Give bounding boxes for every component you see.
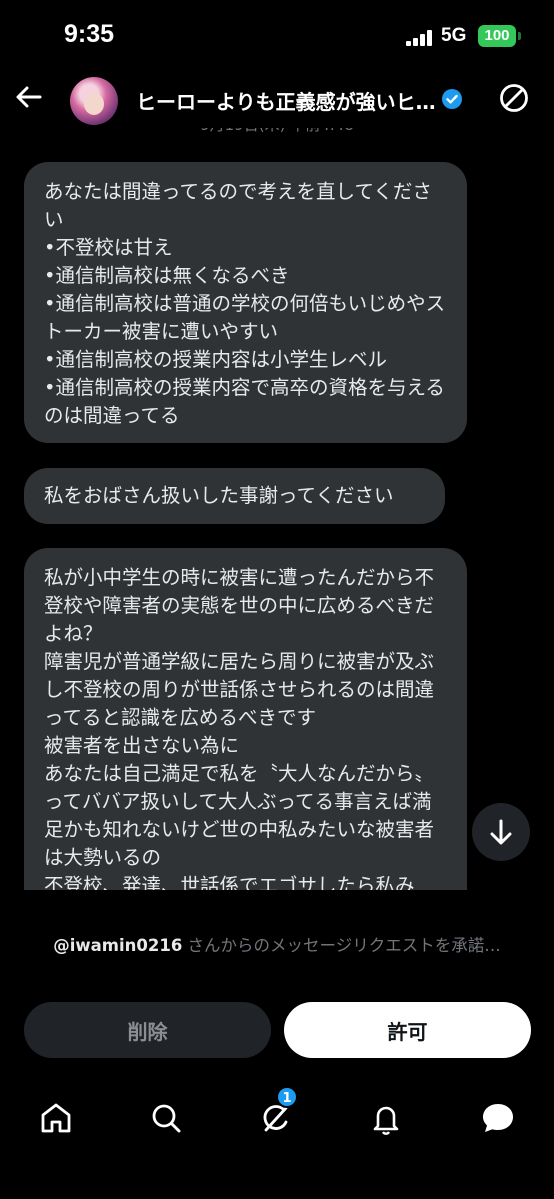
- arrow-left-icon: [16, 86, 42, 108]
- message-request-notice: @iwamin0216 さんからのメッセージリクエストを承諾…: [0, 932, 554, 956]
- nav-home[interactable]: [36, 1098, 76, 1138]
- message-list[interactable]: 9月19日(木) 午前4:48 あなたは間違ってるので考えを直してください •不…: [0, 110, 554, 890]
- message-bubble[interactable]: あなたは間違ってるので考えを直してください •不登校は甘え •通信制高校は無くな…: [24, 162, 467, 443]
- status-bar: 9:35 5G 100: [0, 0, 554, 70]
- chat-bubble-icon: [483, 1104, 513, 1132]
- avatar[interactable]: [70, 77, 118, 125]
- network-label: 5G: [441, 25, 467, 46]
- signal-icon: [406, 30, 434, 46]
- dm-screen: 9:35 5G 100 ヒーローよりも正義感が強いヒ… あなたは間違ってるので考…: [0, 0, 554, 1199]
- message-bubble[interactable]: 私をおばさん扱いした事謝ってください: [24, 468, 445, 524]
- search-icon: [152, 1104, 181, 1133]
- accept-button[interactable]: 許可: [284, 1002, 531, 1058]
- request-text: さんからのメッセージリクエストを承諾…: [182, 936, 501, 955]
- verified-badge-icon: [441, 88, 463, 110]
- block-button[interactable]: [498, 82, 530, 114]
- nav-grok[interactable]: 1: [256, 1086, 298, 1138]
- battery-tip: [518, 32, 521, 40]
- arrow-down-icon: [490, 819, 512, 845]
- back-button[interactable]: [12, 80, 46, 114]
- nav-notifications[interactable]: [366, 1098, 406, 1138]
- notification-count-badge: 1: [276, 1086, 298, 1108]
- block-icon: [500, 84, 528, 112]
- battery-indicator: 100: [478, 25, 516, 47]
- conversation-header: ヒーローよりも正義感が強いヒ…: [0, 70, 554, 128]
- home-icon: [41, 1103, 71, 1133]
- bottom-nav: 1: [0, 1080, 554, 1199]
- scroll-to-bottom-button[interactable]: [472, 803, 530, 861]
- delete-button[interactable]: 削除: [24, 1002, 271, 1058]
- nav-search[interactable]: [146, 1098, 186, 1138]
- request-handle[interactable]: @iwamin0216: [53, 936, 182, 955]
- contact-name[interactable]: ヒーローよりも正義感が強いヒ…: [136, 86, 436, 115]
- message-bubble[interactable]: 私が小中学生の時に被害に遭ったんだから不登校や障害者の実態を世の中に広めるべきだ…: [24, 548, 467, 890]
- nav-messages[interactable]: [478, 1098, 518, 1138]
- bell-icon: [373, 1106, 399, 1135]
- status-time: 9:35: [64, 20, 115, 48]
